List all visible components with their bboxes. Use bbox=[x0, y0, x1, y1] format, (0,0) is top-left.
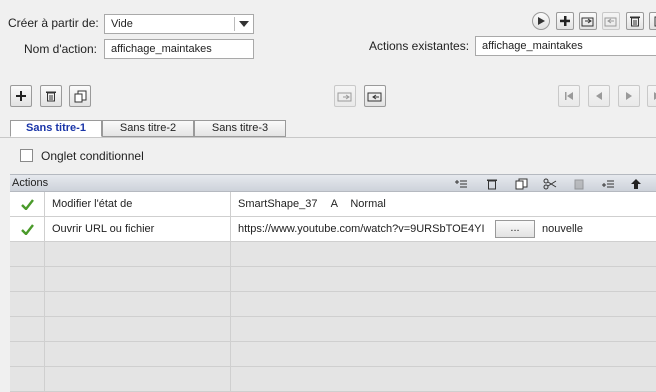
table-row[interactable] bbox=[10, 342, 656, 367]
tab-sans-titre-1[interactable]: Sans titre-1 bbox=[10, 120, 102, 137]
actions-header-bar: Actions bbox=[10, 174, 656, 192]
existing-actions-value: affichage_maintakes bbox=[482, 40, 583, 52]
param-a-value: A bbox=[330, 198, 338, 210]
tab-underline bbox=[0, 137, 656, 138]
create-from-label: Créer à partir de: bbox=[8, 16, 99, 30]
table-row[interactable] bbox=[10, 267, 656, 292]
last-button[interactable] bbox=[647, 85, 656, 107]
create-from-dropdown[interactable]: Vide bbox=[104, 14, 254, 34]
import-icon bbox=[581, 17, 594, 27]
duplicate-button[interactable] bbox=[69, 85, 91, 107]
next-icon bbox=[626, 92, 632, 100]
check-icon bbox=[20, 198, 34, 210]
export-icon bbox=[604, 17, 617, 27]
trash-icon bbox=[630, 16, 640, 27]
first-button[interactable] bbox=[558, 85, 580, 107]
params-cell[interactable]: https://www.youtube.com/watch?v=9URSbTOE… bbox=[231, 217, 656, 241]
tab-sans-titre-2[interactable]: Sans titre-2 bbox=[102, 120, 194, 137]
chevron-down-icon bbox=[239, 21, 249, 27]
table-row[interactable] bbox=[10, 292, 656, 317]
trash-icon[interactable] bbox=[484, 177, 500, 191]
table-row[interactable] bbox=[10, 242, 656, 267]
row-enabled-cell[interactable] bbox=[10, 192, 45, 216]
params-cell[interactable]: SmartShape_37 A Normal bbox=[231, 192, 656, 216]
action-name-input[interactable]: affichage_maintakes bbox=[104, 39, 254, 59]
tab-sans-titre-3[interactable]: Sans titre-3 bbox=[194, 120, 286, 137]
existing-actions-label: Actions existantes: bbox=[369, 39, 470, 53]
action-cell[interactable]: Modifier l'état de bbox=[45, 192, 231, 216]
paste-icon[interactable] bbox=[571, 177, 587, 191]
first-icon bbox=[565, 92, 573, 100]
duplicate-icon bbox=[74, 90, 86, 102]
state-value: Normal bbox=[350, 198, 386, 210]
action-cell[interactable]: Ouvrir URL ou fichier bbox=[45, 217, 231, 241]
scissors-icon[interactable] bbox=[542, 177, 558, 191]
table-row[interactable] bbox=[10, 317, 656, 342]
actions-header-label: Actions bbox=[12, 177, 49, 189]
table-row[interactable] bbox=[10, 367, 656, 392]
conditional-tab-checkbox[interactable] bbox=[20, 149, 33, 162]
previous-icon bbox=[596, 92, 602, 100]
trash-icon bbox=[46, 91, 56, 102]
folder-in-icon bbox=[367, 92, 382, 102]
add-action-button[interactable] bbox=[556, 12, 574, 30]
url-value[interactable]: https://www.youtube.com/watch?v=9URSbTOE… bbox=[238, 223, 485, 235]
move-in-button[interactable] bbox=[364, 85, 386, 107]
table-row[interactable]: Modifier l'état de SmartShape_37 A Norma… bbox=[10, 192, 656, 217]
folder-out-icon bbox=[337, 92, 352, 102]
more-button[interactable] bbox=[649, 12, 656, 30]
existing-actions-dropdown[interactable]: affichage_maintakes bbox=[475, 36, 656, 56]
actions-table: Modifier l'état de SmartShape_37 A Norma… bbox=[10, 192, 656, 392]
conditional-tab-label: Onglet conditionnel bbox=[41, 149, 144, 163]
import-button[interactable] bbox=[579, 12, 597, 30]
delete-button[interactable] bbox=[40, 85, 62, 107]
check-icon bbox=[20, 223, 34, 235]
row-enabled-cell[interactable] bbox=[10, 217, 45, 241]
export-button[interactable] bbox=[602, 12, 620, 30]
copy-icon[interactable] bbox=[513, 177, 529, 191]
plus-icon bbox=[560, 16, 570, 26]
next-button[interactable] bbox=[618, 85, 640, 107]
delete-action-button[interactable] bbox=[626, 12, 644, 30]
insert-below-icon[interactable] bbox=[600, 177, 616, 191]
move-out-button[interactable] bbox=[334, 85, 356, 107]
arrow-up-icon[interactable] bbox=[628, 177, 644, 191]
insert-action-icon[interactable] bbox=[453, 177, 469, 191]
table-row[interactable]: Ouvrir URL ou fichier https://www.youtub… bbox=[10, 217, 656, 242]
window-value: nouvelle bbox=[542, 223, 583, 235]
action-name-label: Nom d'action: bbox=[24, 42, 97, 56]
add-button[interactable] bbox=[10, 85, 32, 107]
play-button[interactable] bbox=[532, 12, 550, 30]
previous-button[interactable] bbox=[588, 85, 610, 107]
create-from-value: Vide bbox=[111, 18, 133, 30]
plus-icon bbox=[16, 91, 26, 101]
browse-button[interactable]: ... bbox=[495, 220, 535, 238]
play-icon bbox=[538, 17, 545, 25]
target-value: SmartShape_37 bbox=[238, 198, 318, 210]
